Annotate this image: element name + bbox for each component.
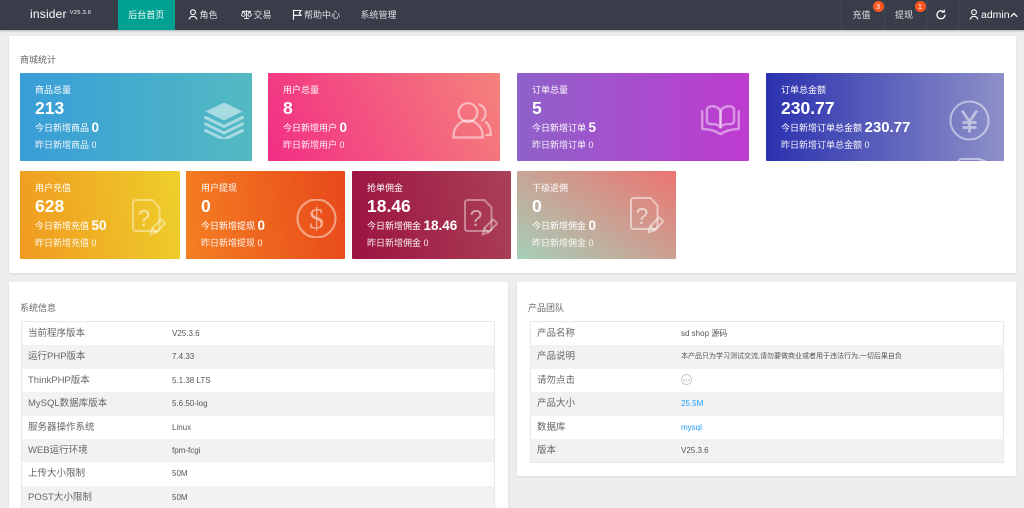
svg-text:$: $	[309, 203, 324, 236]
svg-text:?: ?	[470, 205, 483, 231]
svg-text:?: ?	[138, 205, 151, 231]
svg-text:WX: WX	[683, 377, 690, 382]
svg-text:?: ?	[636, 203, 649, 229]
